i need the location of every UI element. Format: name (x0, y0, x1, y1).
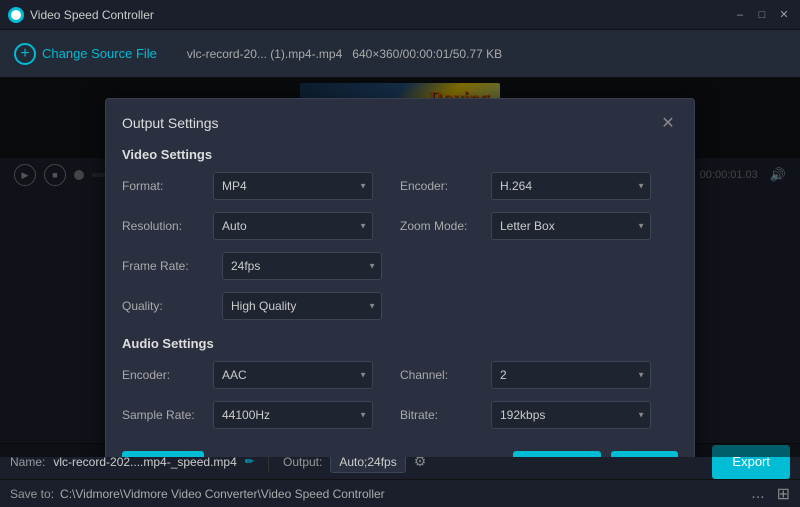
bitrate-select[interactable]: 192kbps (491, 401, 651, 429)
zoom-mode-select[interactable]: Letter Box (491, 212, 651, 240)
audio-encoder-select-wrapper: AAC (213, 361, 373, 389)
reset-button[interactable]: Reset (122, 451, 204, 457)
video-settings-label: Video Settings (106, 143, 694, 172)
maximize-button[interactable]: □ (754, 7, 770, 23)
quality-select-wrapper: High Quality (222, 292, 382, 320)
format-select-wrapper: MP4 (213, 172, 373, 200)
resolution-select[interactable]: Auto (213, 212, 373, 240)
resolution-col: Resolution: Auto (122, 212, 400, 240)
quality-row: Quality: High Quality (106, 292, 694, 332)
channel-label: Channel: (400, 368, 485, 382)
format-label: Format: (122, 179, 207, 193)
save-to-label: Save to: (10, 487, 54, 501)
dialog-close-button[interactable]: ✕ (658, 113, 678, 133)
dialog-ok-cancel-group: Cancel OK (513, 451, 678, 457)
encoder-select-wrapper: H.264 (491, 172, 651, 200)
channel-col: Channel: 2 (400, 361, 678, 389)
audio-settings-label: Audio Settings (106, 332, 694, 361)
bitrate-col: Bitrate: 192kbps (400, 401, 678, 429)
bottom-row2: Save to: C:\Vidmore\Vidmore Video Conver… (0, 479, 800, 507)
frame-rate-select[interactable]: 24fps (222, 252, 382, 280)
audio-encoder-channel-row: Encoder: AAC Channel: 2 (106, 361, 694, 401)
sample-rate-label: Sample Rate: (122, 408, 207, 422)
minimize-button[interactable]: – (732, 7, 748, 23)
bitrate-label: Bitrate: (400, 408, 485, 422)
main-area: Raying ▶ ■ 00:00:01.03 🔊 Output Settings… (0, 78, 800, 457)
more-options-button[interactable]: ... (751, 485, 764, 503)
layers-icon[interactable]: ⊞ (777, 484, 790, 504)
window-controls: – □ ✕ (732, 7, 792, 23)
format-col: Format: MP4 (122, 172, 400, 200)
change-source-button[interactable]: + Change Source File (14, 43, 157, 65)
channel-select-wrapper: 2 (491, 361, 651, 389)
change-source-label: Change Source File (42, 46, 157, 61)
audio-encoder-col: Encoder: AAC (122, 361, 400, 389)
resolution-zoom-row: Resolution: Auto Zoom Mode: Letter Box (106, 212, 694, 252)
frame-rate-label: Frame Rate: (122, 259, 212, 273)
channel-select[interactable]: 2 (491, 361, 651, 389)
encoder-select[interactable]: H.264 (491, 172, 651, 200)
quality-label: Quality: (122, 299, 212, 313)
resolution-label: Resolution: (122, 219, 207, 233)
samplerate-bitrate-row: Sample Rate: 44100Hz Bitrate: 192kbps (106, 401, 694, 441)
zoom-mode-select-wrapper: Letter Box (491, 212, 651, 240)
frame-rate-select-wrapper: 24fps (222, 252, 382, 280)
format-select[interactable]: MP4 (213, 172, 373, 200)
encoder-label: Encoder: (400, 179, 485, 193)
audio-encoder-select[interactable]: AAC (213, 361, 373, 389)
file-info: vlc-record-20... (1).mp4-.mp4 640×360/00… (187, 47, 502, 61)
modal-overlay: Output Settings ✕ Video Settings Format:… (0, 78, 800, 457)
bitrate-select-wrapper: 192kbps (491, 401, 651, 429)
encoder-col: Encoder: H.264 (400, 172, 678, 200)
zoom-mode-label: Zoom Mode: (400, 219, 485, 233)
cancel-button[interactable]: Cancel (513, 451, 601, 457)
sample-rate-select-wrapper: 44100Hz (213, 401, 373, 429)
format-encoder-row: Format: MP4 Encoder: H.264 (106, 172, 694, 212)
resolution-select-wrapper: Auto (213, 212, 373, 240)
title-bar: Video Speed Controller – □ ✕ (0, 0, 800, 30)
save-path: C:\Vidmore\Vidmore Video Converter\Video… (60, 487, 385, 501)
dialog-header: Output Settings ✕ (106, 99, 694, 143)
quality-select[interactable]: High Quality (222, 292, 382, 320)
ok-button[interactable]: OK (611, 451, 678, 457)
sample-rate-col: Sample Rate: 44100Hz (122, 401, 400, 429)
close-window-button[interactable]: ✕ (776, 7, 792, 23)
toolbar: + Change Source File vlc-record-20... (1… (0, 30, 800, 78)
output-settings-dialog: Output Settings ✕ Video Settings Format:… (105, 98, 695, 457)
dialog-actions: Reset Cancel OK (106, 441, 694, 457)
app-title: Video Speed Controller (30, 8, 732, 22)
audio-encoder-label: Encoder: (122, 368, 207, 382)
zoom-mode-col: Zoom Mode: Letter Box (400, 212, 678, 240)
add-icon: + (14, 43, 36, 65)
sample-rate-select[interactable]: 44100Hz (213, 401, 373, 429)
dialog-title: Output Settings (122, 115, 219, 131)
app-icon (8, 7, 24, 23)
frame-rate-row: Frame Rate: 24fps (106, 252, 694, 292)
